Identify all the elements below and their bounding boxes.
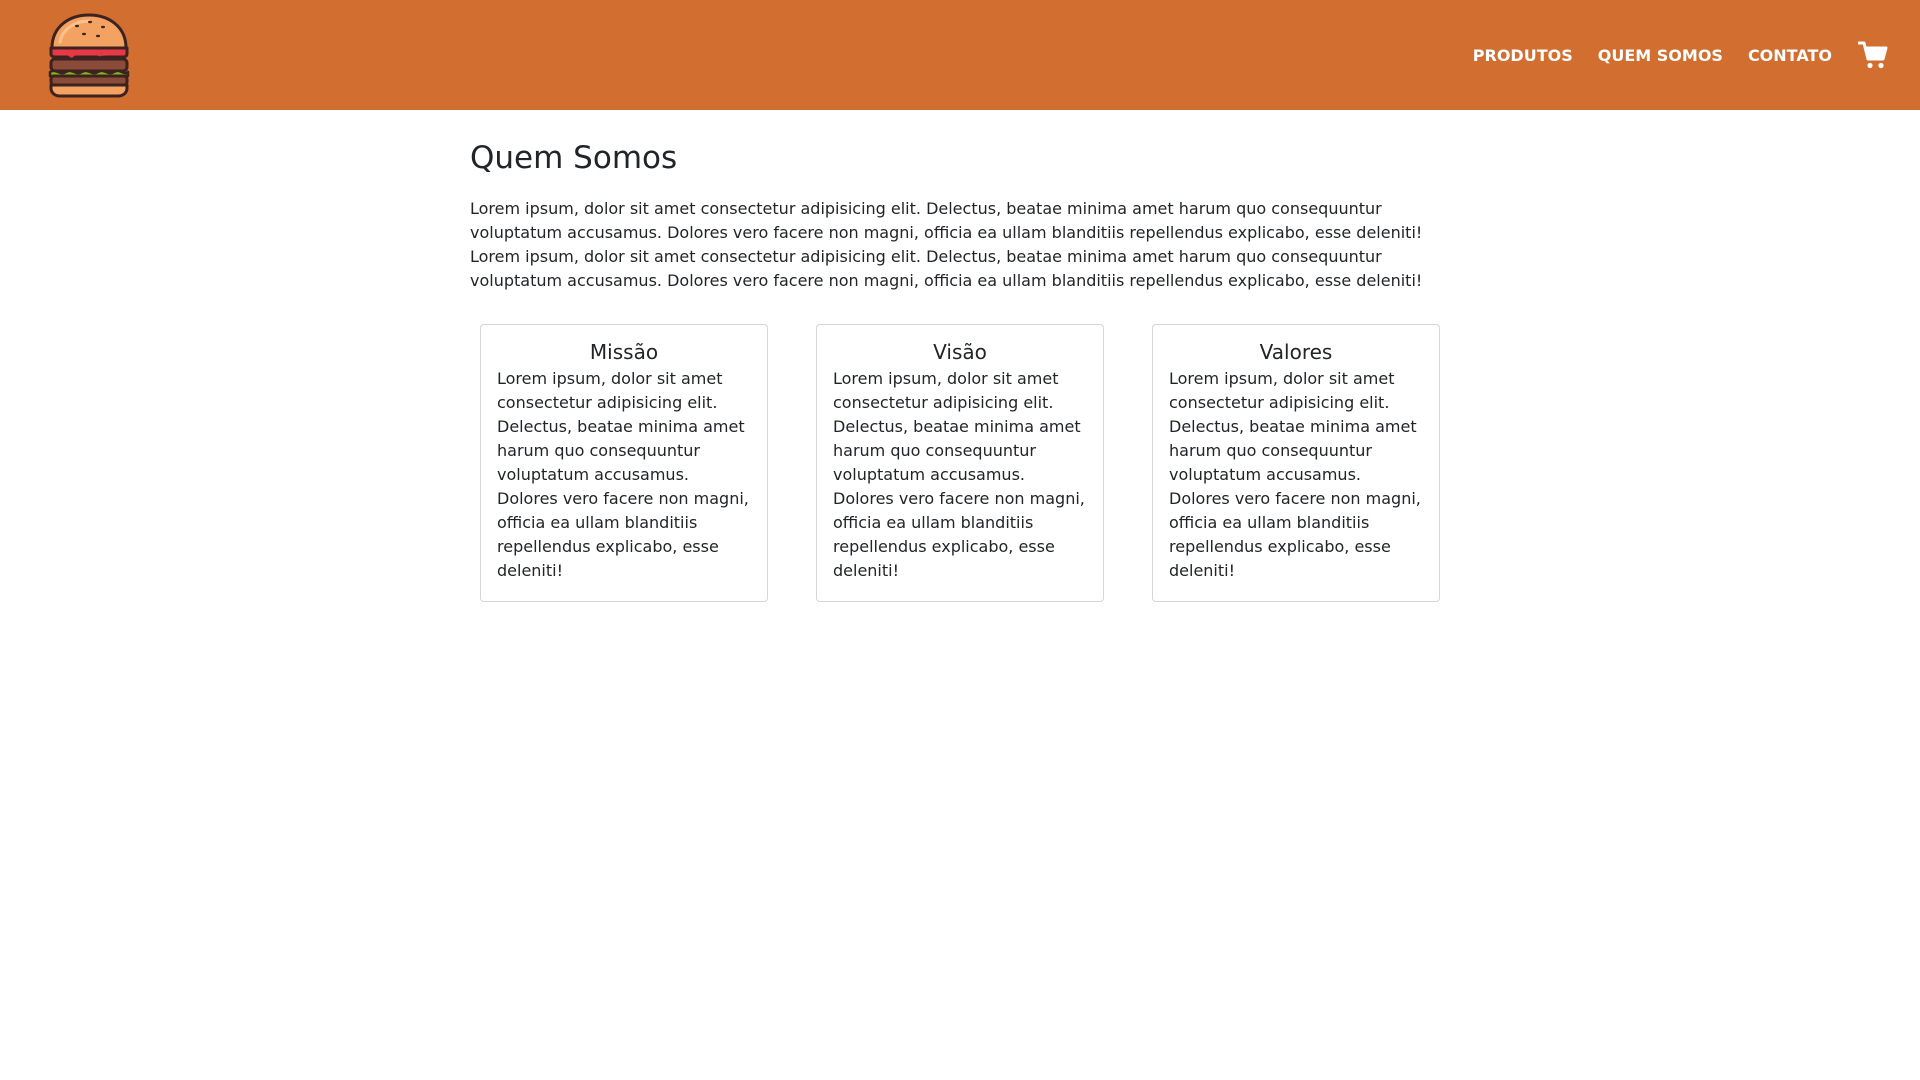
main-nav: PRODUTOS QUEM SOMOS CONTATO	[1473, 0, 1888, 110]
nav-link-quem-somos[interactable]: QUEM SOMOS	[1598, 46, 1723, 65]
card-valores: Valores Lorem ipsum, dolor sit amet cons…	[1152, 324, 1440, 602]
burger-logo-icon[interactable]	[46, 12, 132, 98]
nav-link-contato[interactable]: CONTATO	[1748, 46, 1832, 65]
card-title: Visão	[933, 340, 987, 364]
cart-icon[interactable]	[1858, 40, 1888, 70]
card-title: Missão	[589, 340, 659, 364]
card-visao: Visão Lorem ipsum, dolor sit amet consec…	[816, 324, 1104, 602]
card-text: Lorem ipsum, dolor sit amet consectetur …	[497, 369, 749, 580]
about-section: Quem Somos Lorem ipsum, dolor sit amet c…	[470, 138, 1450, 602]
card-title: Valores	[1259, 340, 1333, 364]
page-title: Quem Somos	[470, 140, 678, 176]
shopping-cart-icon	[1858, 41, 1888, 69]
nav-link-produtos[interactable]: PRODUTOS	[1473, 46, 1573, 65]
site-header: PRODUTOS QUEM SOMOS CONTATO	[0, 0, 1920, 110]
card-text: Lorem ipsum, dolor sit amet consectetur …	[833, 369, 1085, 580]
card-text: Lorem ipsum, dolor sit amet consectetur …	[1169, 369, 1421, 580]
burger-icon	[48, 13, 130, 98]
intro-paragraph: Lorem ipsum, dolor sit amet consectetur …	[470, 199, 1423, 290]
values-cards: Missão Lorem ipsum, dolor sit amet conse…	[480, 324, 1440, 602]
card-missao: Missão Lorem ipsum, dolor sit amet conse…	[480, 324, 768, 602]
